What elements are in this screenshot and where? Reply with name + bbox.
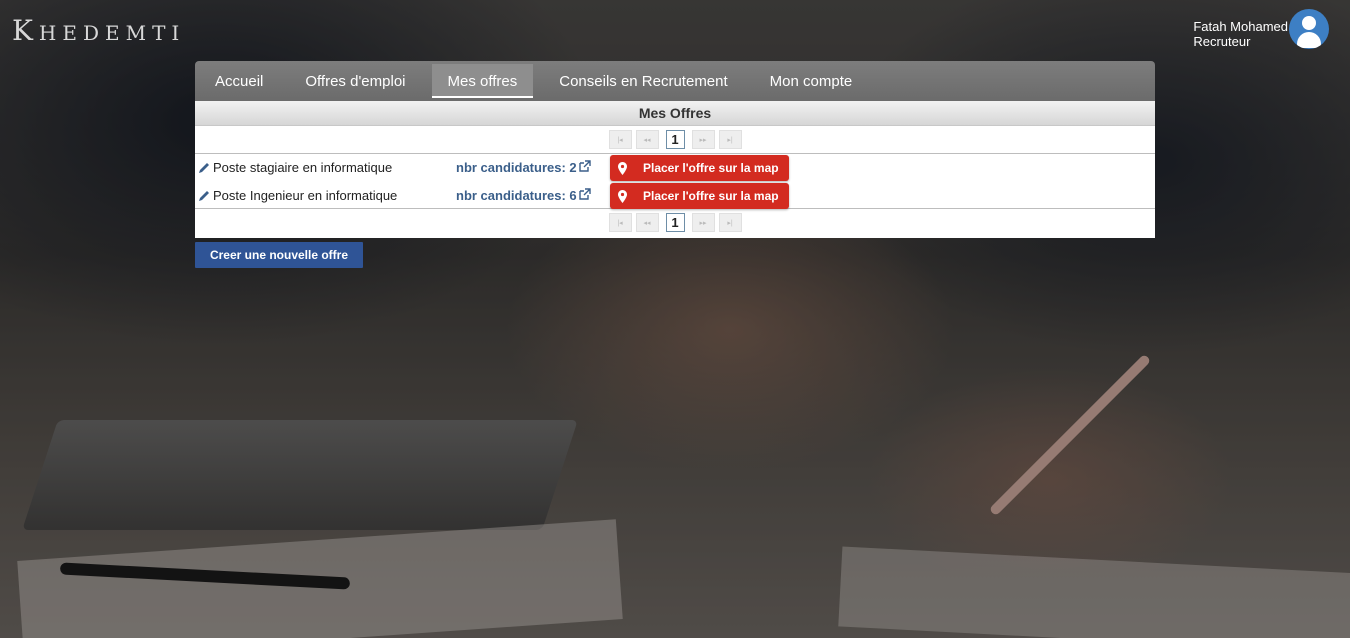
page-number[interactable]: 1 (665, 130, 685, 149)
prev-page-button[interactable]: ◂◂ (635, 130, 659, 149)
map-pin-icon (618, 190, 627, 203)
edit-icon[interactable] (197, 161, 211, 175)
logo-initial: K (12, 14, 39, 47)
offer-title[interactable]: Poste stagiaire en informatique (213, 160, 392, 175)
paginator-top: |◂ ◂◂ 1 ▸▸ ▸| (195, 126, 1155, 153)
main-nav: Accueil Offres d'emploi Mes offres Conse… (195, 61, 1155, 101)
user-role: Recruteur (1193, 34, 1251, 49)
create-offer-button[interactable]: Creer une nouvelle offre (195, 242, 363, 268)
candidatures-link[interactable]: nbr candidatures: 6 (456, 188, 577, 203)
site-logo[interactable]: KHEDEMTI (12, 14, 185, 47)
place-on-map-button[interactable]: Placer l'offre sur la map (610, 183, 789, 209)
page-number[interactable]: 1 (665, 213, 685, 232)
first-page-button[interactable]: |◂ (608, 130, 632, 149)
user-info[interactable]: Fatah Mohamed Recruteur (1193, 19, 1288, 49)
prev-page-button[interactable]: ◂◂ (635, 213, 659, 232)
offer-title[interactable]: Poste Ingenieur en informatique (213, 188, 397, 203)
last-page-button[interactable]: ▸| (718, 130, 742, 149)
paginator-bottom: |◂ ◂◂ 1 ▸▸ ▸| (195, 209, 1155, 236)
next-page-button[interactable]: ▸▸ (691, 130, 715, 149)
map-pin-icon (618, 162, 627, 175)
offers-panel: Mes Offres |◂ ◂◂ 1 ▸▸ ▸| Poste stagiaire… (195, 101, 1155, 238)
list-item: Poste stagiaire en informatique nbr cand… (195, 154, 1155, 182)
candidatures-link[interactable]: nbr candidatures: 2 (456, 160, 577, 175)
place-on-map-button[interactable]: Placer l'offre sur la map (610, 155, 789, 181)
last-page-button[interactable]: ▸| (718, 213, 742, 232)
first-page-button[interactable]: |◂ (608, 213, 632, 232)
external-link-icon[interactable] (578, 188, 591, 201)
offers-list: Poste stagiaire en informatique nbr cand… (195, 153, 1155, 209)
place-on-map-label: Placer l'offre sur la map (643, 161, 779, 175)
list-item: Poste Ingenieur en informatique nbr cand… (195, 182, 1155, 210)
nav-item-mes-offres[interactable]: Mes offres (431, 64, 534, 98)
nav-item-conseils[interactable]: Conseils en Recrutement (543, 64, 743, 98)
edit-icon[interactable] (197, 189, 211, 203)
nav-item-offres-emploi[interactable]: Offres d'emploi (289, 64, 421, 98)
user-avatar-icon[interactable] (1289, 9, 1329, 49)
nav-item-accueil[interactable]: Accueil (199, 64, 279, 98)
nav-item-mon-compte[interactable]: Mon compte (754, 64, 869, 98)
next-page-button[interactable]: ▸▸ (691, 213, 715, 232)
external-link-icon[interactable] (578, 160, 591, 173)
logo-text: HEDEMTI (38, 21, 186, 45)
panel-title: Mes Offres (195, 101, 1155, 126)
user-name: Fatah Mohamed (1193, 19, 1288, 34)
place-on-map-label: Placer l'offre sur la map (643, 189, 779, 203)
